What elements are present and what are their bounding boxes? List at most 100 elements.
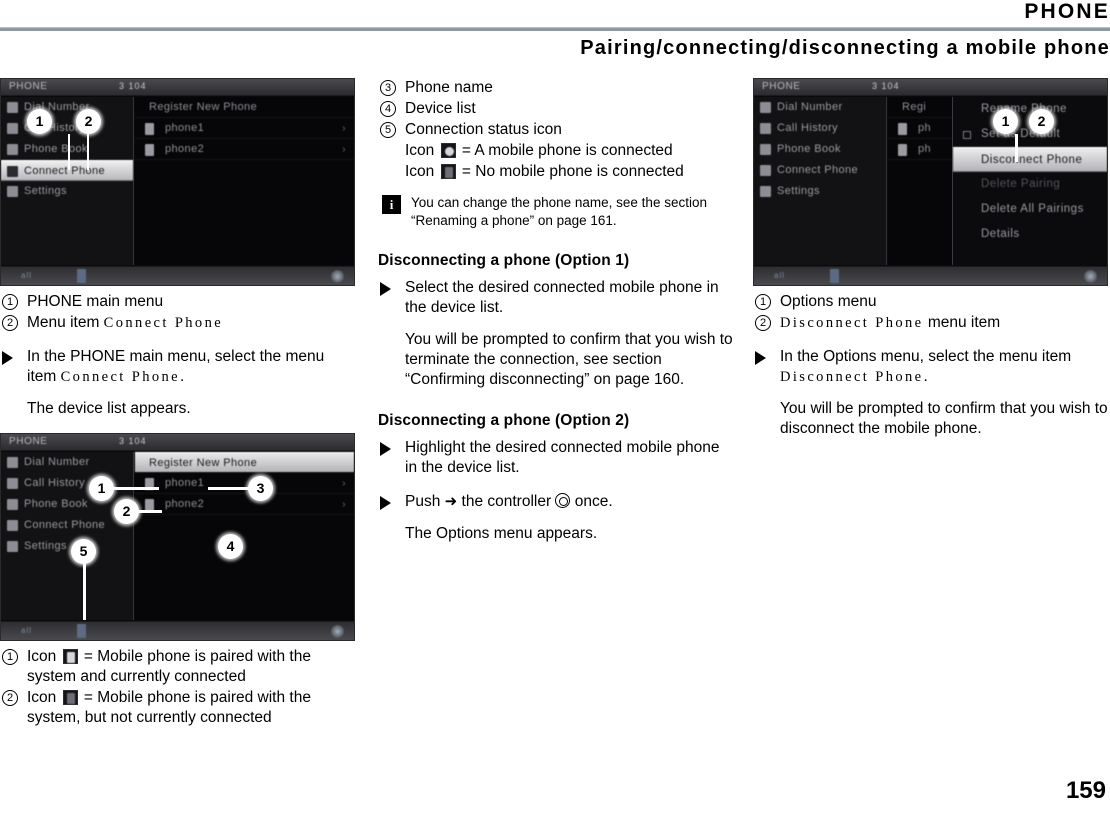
callout-leader-line (136, 510, 162, 513)
legend-text: Icon (405, 142, 439, 159)
note-text: You can change the phone name, see the s… (411, 195, 707, 228)
register-new-phone-row[interactable]: Register New Phone (135, 97, 354, 118)
legend-item: 1 Icon = Mobile phone is paired with the… (0, 647, 355, 687)
instruction-result: The Options menu appears. (405, 525, 598, 542)
device-list-row[interactable]: phone1 › (135, 473, 354, 494)
legend-item: 2 Disconnect Phone menu item (753, 313, 1108, 333)
bullet-triangle-icon (380, 442, 391, 456)
device-screenshot-options-menu: PHONE 3 104 Dial Number Call History Pho… (753, 78, 1108, 286)
bullet-triangle-icon (755, 351, 766, 365)
device-main-menu-pane: Dial Number Call History Phone Book Conn… (754, 97, 887, 265)
device-menu-item[interactable]: Call History (1, 118, 133, 139)
legend-text: Menu item (27, 314, 104, 331)
device-menu-item[interactable]: Settings (1, 536, 133, 557)
legend-text: = A mobile phone is connected (457, 142, 673, 159)
legend-list-right: 1 Options menu 2 Disconnect Phone menu i… (753, 292, 1108, 333)
device-status-text: 3 104 (872, 81, 900, 91)
instruction-step: Push ➜ the controller once. (378, 492, 733, 512)
chevron-right-icon: › (342, 499, 346, 510)
device-screenshot-phone-main-menu: PHONE 3 104 Dial Number Call History Pho… (0, 78, 355, 286)
device-title: PHONE (9, 436, 48, 447)
legend-number: 2 (2, 690, 18, 706)
legend-text: Icon (405, 163, 439, 180)
callout-marker-5: 5 (71, 539, 96, 564)
device-settings-icon (331, 625, 344, 638)
options-menu-item[interactable]: Delete Pairing (953, 172, 1107, 197)
callout-marker-2: 2 (76, 109, 101, 134)
callout-marker-2: 2 (114, 499, 139, 524)
instruction-period: . (923, 368, 928, 385)
instruction-result: The device list appears. (27, 400, 191, 417)
device-main-menu-pane: Dial Number Call History Phone Book Conn… (1, 97, 134, 265)
instruction-result: You will be prompted to confirm that you… (405, 331, 733, 388)
callout-marker-1: 1 (993, 109, 1018, 134)
device-menu-item[interactable]: Connect Phone (754, 160, 886, 181)
legend-text: Options menu (780, 293, 877, 310)
options-menu-item-disconnect-phone[interactable]: Disconnect Phone (953, 147, 1107, 172)
phone-paired-icon (898, 144, 907, 156)
page-section-title: Pairing/connecting/disconnecting a mobil… (580, 37, 1110, 59)
device-menu-item[interactable]: Dial Number (1, 97, 133, 118)
legend-number: 1 (2, 649, 18, 665)
phone-paired-not-connected-icon (62, 690, 78, 705)
call-history-icon (760, 123, 771, 134)
device-menu-item-connect-phone[interactable]: Connect Phone (1, 160, 133, 181)
device-menu-item[interactable]: Dial Number (1, 452, 133, 473)
device-bottom-bar: all (1, 621, 354, 640)
instruction-step: Highlight the desired connected mobile p… (378, 438, 733, 478)
legend-text: Connection status icon (405, 121, 562, 138)
legend-number: 4 (380, 101, 396, 117)
menu-item-name: Disconnect Phone (780, 315, 924, 331)
legend-text: Icon (27, 689, 61, 706)
info-note: i You can change the phone name, see the… (378, 194, 733, 230)
legend-number: 1 (2, 294, 18, 310)
device-menu-item[interactable]: Settings (754, 181, 886, 202)
legend-subline: Icon = No mobile phone is connected (378, 162, 733, 182)
legend-list-icons: 1 Icon = Mobile phone is paired with the… (0, 647, 355, 728)
legend-number: 2 (755, 315, 771, 331)
controller-knob-icon (555, 493, 571, 508)
device-menu-item[interactable]: Connect Phone (1, 515, 133, 536)
menu-item-name: Disconnect Phone (780, 369, 924, 385)
legend-text: PHONE main menu (27, 293, 164, 310)
legend-number: 1 (755, 294, 771, 310)
settings-gear-icon (7, 541, 18, 552)
legend-text: Icon (27, 648, 61, 665)
device-menu-item[interactable]: Call History (754, 118, 886, 139)
signal-indicator-icon: all (21, 271, 33, 280)
callout-marker-3: 3 (248, 476, 273, 501)
settings-gear-icon (760, 186, 771, 197)
instruction-step: Select the desired connected mobile phon… (378, 278, 733, 318)
legend-item: 2 Menu item Connect Phone (0, 313, 355, 333)
legend-number: 3 (380, 80, 396, 96)
dial-number-icon (7, 102, 18, 113)
device-title: PHONE (9, 81, 48, 92)
device-menu-item[interactable]: Phone Book (754, 139, 886, 160)
device-list-row[interactable]: phone2 › (135, 494, 354, 515)
device-settings-icon (331, 270, 344, 283)
device-list-row[interactable]: phone1 › (135, 118, 354, 139)
chevron-right-icon: › (342, 144, 346, 155)
callout-marker-1: 1 (27, 109, 52, 134)
callout-marker-4: 4 (218, 534, 243, 559)
callout-leader-line (68, 134, 70, 170)
signal-indicator-icon: all (774, 271, 786, 280)
legend-text: Device list (405, 100, 476, 117)
options-menu-item[interactable]: Delete All Pairings (953, 197, 1107, 222)
phone-book-icon (7, 144, 18, 155)
legend-number: 2 (2, 315, 18, 331)
callout-leader-line (1015, 134, 1018, 162)
device-list-pane: Register New Phone phone1 › phone2 › (135, 97, 354, 265)
device-list-row[interactable]: phone2 › (135, 139, 354, 160)
device-menu-item[interactable]: Dial Number (754, 97, 886, 118)
device-title: PHONE (762, 81, 801, 92)
dial-number-icon (760, 102, 771, 113)
checkbox-icon (963, 131, 971, 139)
device-menu-item[interactable]: Phone Book (1, 139, 133, 160)
call-history-icon (7, 123, 18, 134)
options-menu-item[interactable]: Details (953, 222, 1107, 247)
device-menu-item[interactable]: Settings (1, 181, 133, 202)
register-new-phone-row[interactable]: Register New Phone (135, 452, 354, 473)
instruction-period: . (180, 368, 185, 385)
legend-number: 5 (380, 122, 396, 138)
